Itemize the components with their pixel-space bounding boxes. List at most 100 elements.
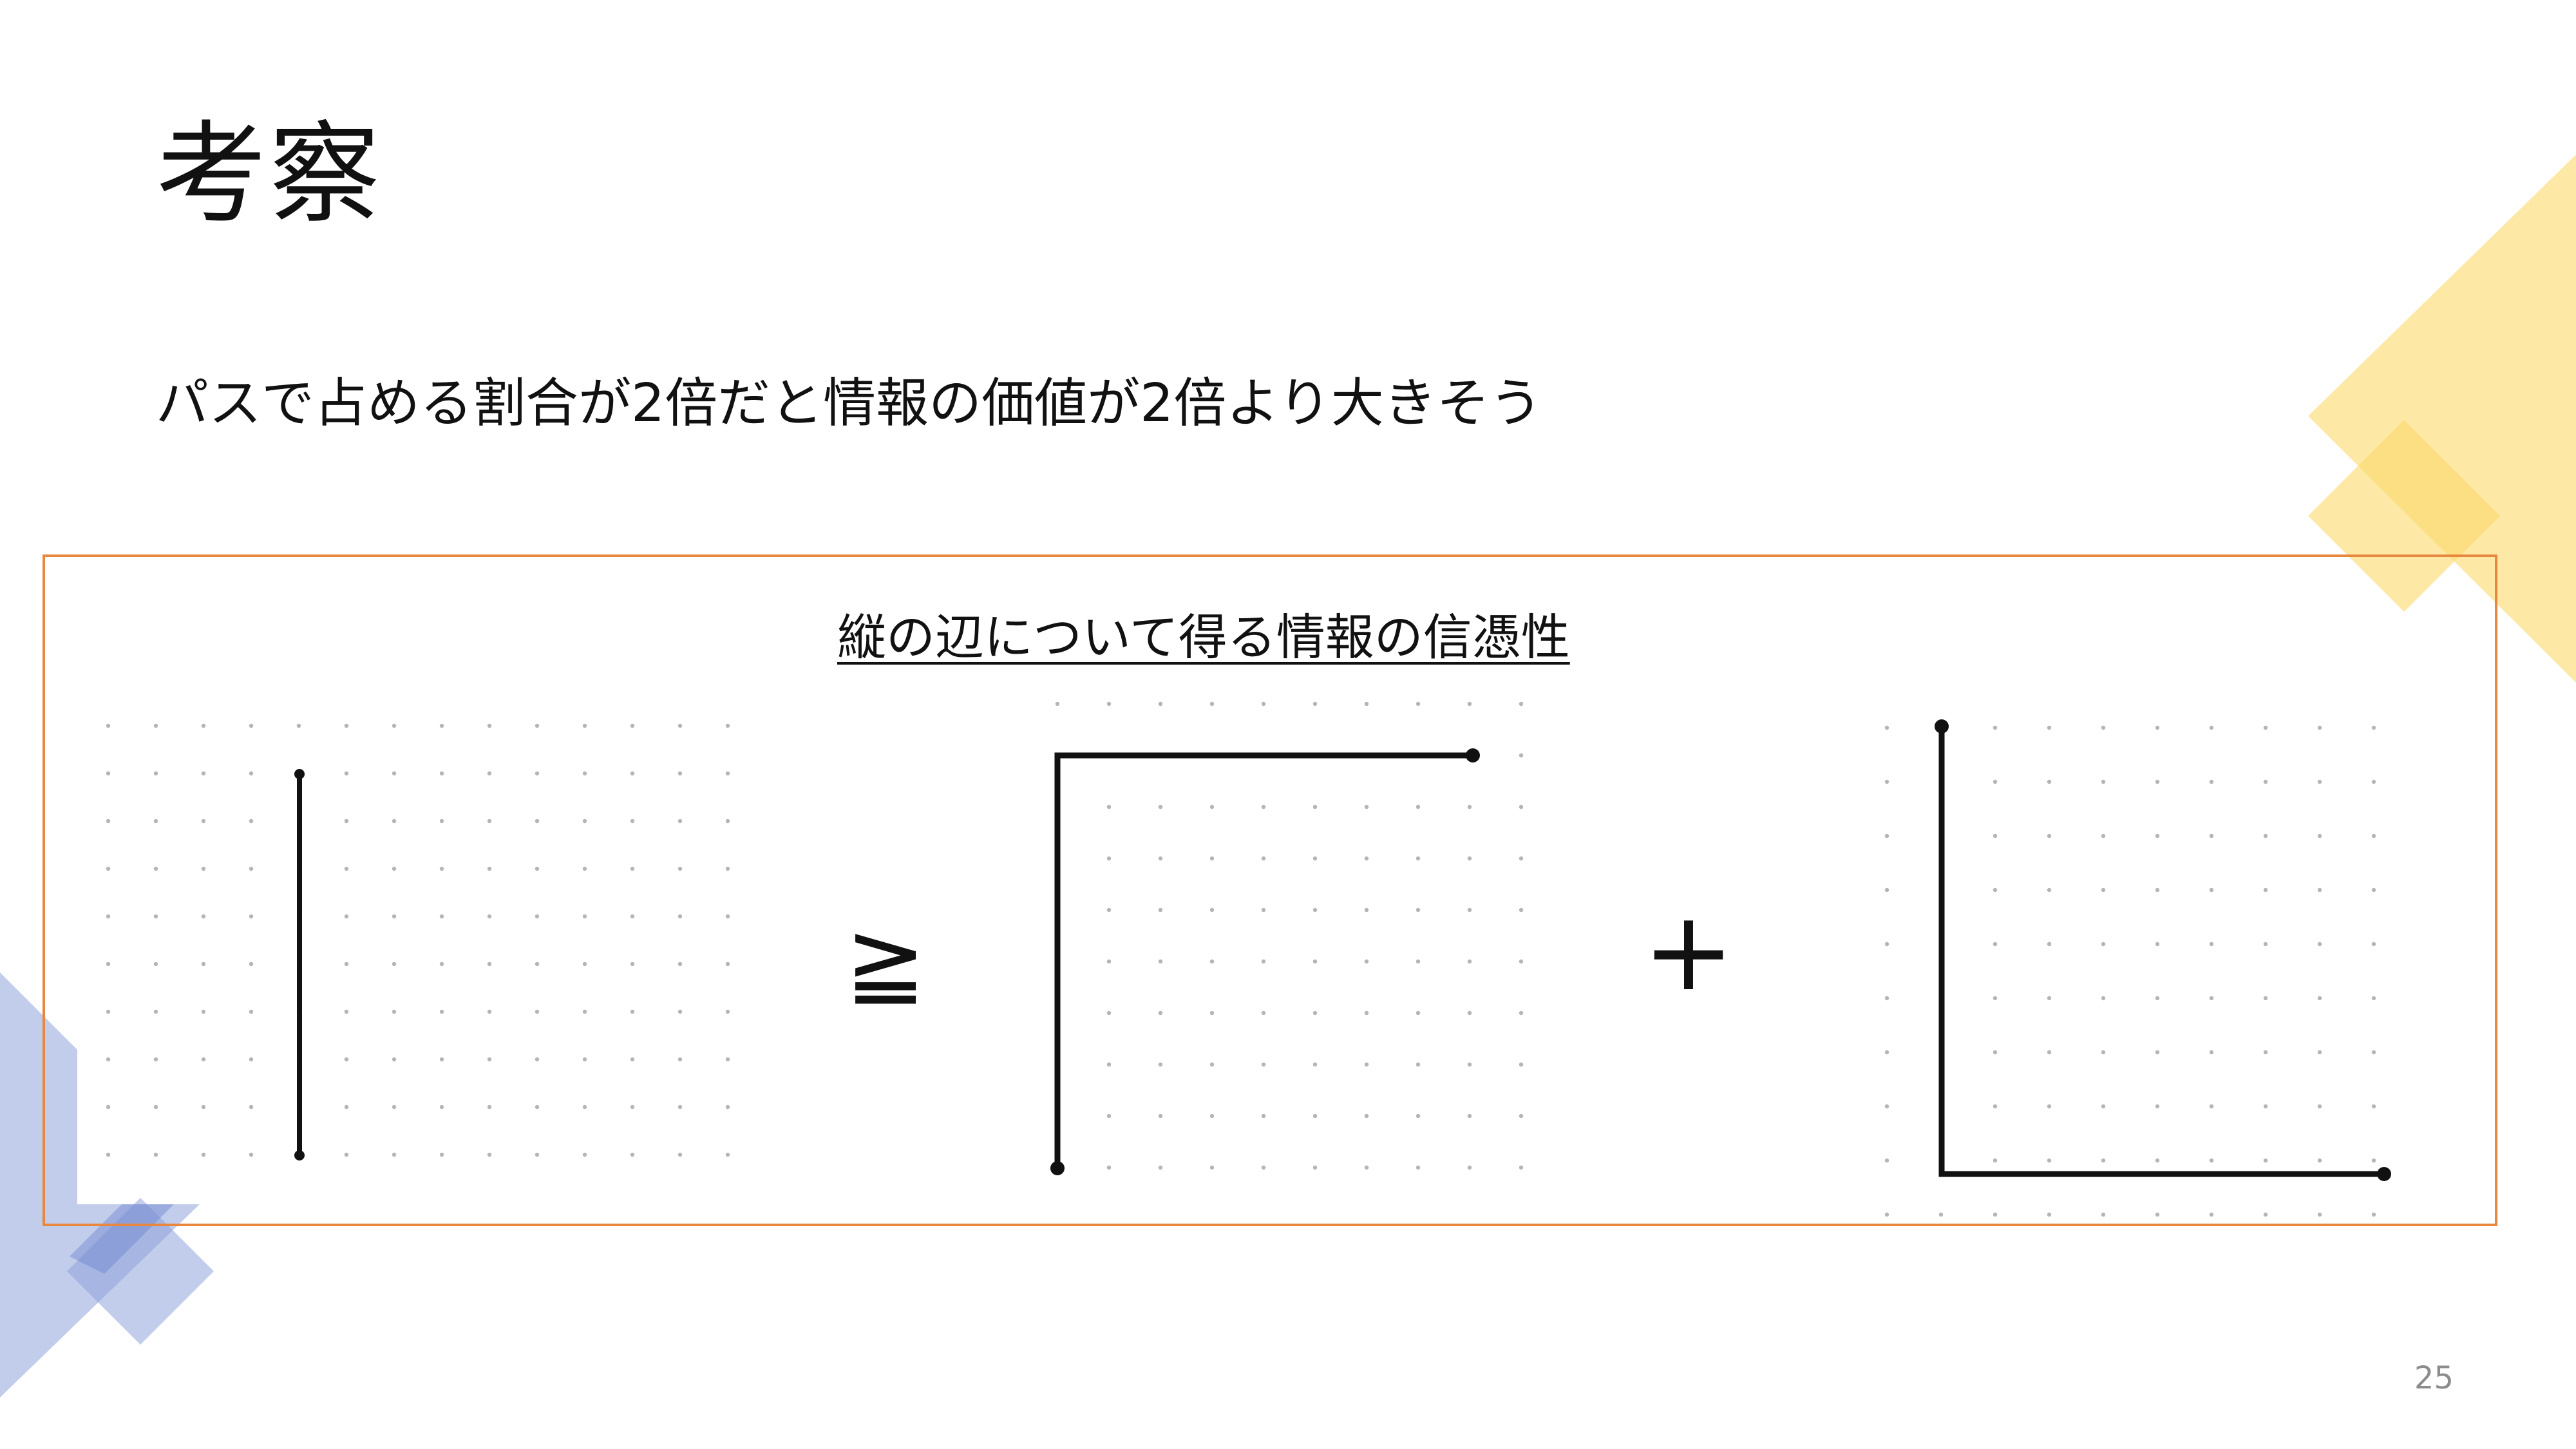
grid-dot [1106,701,1112,706]
grid-dot [1209,856,1215,861]
grid-dot [153,723,158,728]
grid-dot [1467,1010,1472,1016]
grid-dot [1467,1165,1472,1170]
grid-dot [487,723,492,728]
grid-dot [344,723,349,728]
grid-dot [487,914,492,919]
grid-dot [201,819,206,824]
grid-dot [582,1152,587,1157]
grid-dot [1519,1010,1524,1016]
grid-dot [153,1152,158,1157]
grid-dot [201,723,206,728]
grid-dot [2317,996,2322,1001]
grid-dot [725,1152,730,1157]
grid-dot [1312,701,1318,706]
grid-dot [1312,1010,1318,1016]
plus-operator: + [1643,888,1734,1016]
grid-dot [1158,701,1163,706]
grid-dot [535,1057,540,1062]
grid-dot [2101,942,2106,947]
grid-dot [1467,1062,1472,1067]
grid-dot [2371,833,2376,838]
grid-dot [535,914,540,919]
grid-dot [1158,1165,1163,1170]
grid-dot [2371,779,2376,784]
grid-dot [2209,1158,2214,1163]
grid-dot [2047,1104,2052,1109]
grid-dot [1467,701,1472,706]
grid-dot [296,723,301,728]
grid-dot [2101,1212,2106,1217]
grid-dot [2155,887,2160,893]
grid-dot [1261,856,1266,861]
grid-dot [106,819,111,824]
grid-dot [1993,1050,1998,1055]
grid-dot [249,1057,254,1062]
grid-dot [249,723,254,728]
grid-dot [1106,1010,1112,1016]
grid-dot [582,914,587,919]
grid-dot [1416,907,1421,913]
grid-dot [582,1104,587,1110]
grid-dot [1312,804,1318,810]
grid-dot [1261,1062,1266,1067]
grid-dot [2209,996,2214,1001]
grid-dot [439,771,444,776]
grid-dot [1364,1165,1369,1170]
grid-dot [677,1009,683,1014]
grid-dot [392,723,397,728]
grid-dot [439,914,444,919]
grid-dot [2263,833,2268,838]
grid-dot [1884,996,1889,1001]
grid-dot [1364,907,1369,913]
path-figures: ≧ + [106,701,2391,1217]
grid-dot [1993,1212,1998,1217]
grid-dot [2371,725,2376,730]
grid-dot [677,1057,683,1062]
grid-dot [2317,942,2322,947]
grid-dot [249,1009,254,1014]
grid-dot [535,723,540,728]
grid-dot [2263,942,2268,947]
grid-dot [344,771,349,776]
grid-dot [1364,856,1369,861]
grid-dot [487,866,492,871]
grid-dot [1519,1062,1524,1067]
grid-dot [582,723,587,728]
grid-dot [2209,887,2214,893]
grid-dot [1884,887,1889,893]
grid-dot [630,914,635,919]
grid-dot [1312,907,1318,913]
grid-dot [106,1104,111,1110]
page-number: 25 [2414,1360,2454,1396]
grid-dot [1519,1113,1524,1119]
grid-dot [725,961,730,967]
grid-dot [439,866,444,871]
grid-dot [630,1104,635,1110]
grid-dot [487,1057,492,1062]
dot-grid-middle [1055,701,1524,1170]
grid-dot [1416,701,1421,706]
grid-dot [2047,725,2052,730]
grid-dot [1209,907,1215,913]
grid-dot [2047,942,2052,947]
grid-dot [2101,1050,2106,1055]
grid-dot [725,723,730,728]
grid-dot [2101,779,2106,784]
grid-dot [677,961,683,967]
grid-dot [344,1104,349,1110]
grid-dot [1261,804,1266,810]
grid-dot [1312,959,1318,964]
grid-dot [2155,833,2160,838]
grid-dot [2371,996,2376,1001]
grid-dot [1312,1165,1318,1170]
grid-dot [106,771,111,776]
grid-dot [1467,856,1472,861]
grid-dot [1364,959,1369,964]
grid-dot [201,961,206,967]
grid-dot [1467,804,1472,810]
grid-dot [1467,1113,1472,1119]
grid-dot [344,819,349,824]
grid-dot [2155,1212,2160,1217]
grid-dot [725,914,730,919]
